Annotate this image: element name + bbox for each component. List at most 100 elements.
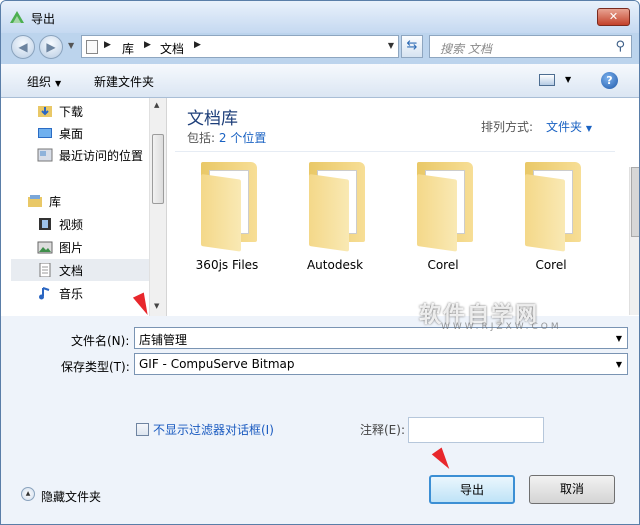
sidebar-item-label: 文档: [59, 264, 84, 278]
sidebar-item-music[interactable]: 音乐: [11, 282, 149, 304]
divider: [175, 151, 615, 152]
dropdown-icon[interactable]: ▼: [616, 360, 622, 369]
note-label: 注释(E):: [360, 423, 405, 437]
export-dialog: 导出 ✕ ◀ ▶ ▼ ▶ 库 ▶ 文档 ▶ ▼ ⇆ 搜索 文档 ⚲ 组织 ▼ 新建…: [0, 0, 640, 525]
folder-icon: [309, 162, 365, 252]
folder-icon: [417, 162, 473, 252]
folder-item[interactable]: Corel: [503, 160, 599, 320]
filetype-value: GIF - CompuServe Bitmap: [139, 357, 295, 371]
sidebar-item-libraries[interactable]: 库: [11, 190, 149, 212]
back-arrow-icon: ◀: [18, 40, 28, 54]
cancel-button[interactable]: 取消: [529, 475, 615, 504]
pictures-icon: [37, 241, 53, 254]
note-input[interactable]: [408, 417, 544, 443]
videos-icon: [39, 218, 51, 230]
filename-label: 文件名(N):: [71, 334, 130, 348]
forward-button[interactable]: ▶: [39, 35, 63, 59]
title-bar: 导出 ✕: [1, 1, 639, 33]
refresh-icon: ⇆: [406, 38, 418, 53]
view-dropdown-icon[interactable]: ▼: [565, 75, 571, 84]
filename-value: 店铺管理: [139, 333, 188, 347]
sidebar-item-label: 视频: [59, 218, 84, 232]
no-filter-dialog-label[interactable]: 不显示过滤器对话框(I): [153, 421, 274, 438]
chevron-right-icon[interactable]: ▶: [144, 40, 151, 50]
folder-item[interactable]: 360js Files: [179, 160, 275, 320]
sidebar-item-label: 音乐: [59, 287, 84, 301]
app-icon: [10, 11, 24, 23]
folder-label: 360js Files: [195, 258, 259, 272]
folder-icon: [525, 162, 581, 252]
desktop-icon: [38, 128, 52, 138]
address-bar[interactable]: ▶ 库 ▶ 文档 ▶ ▼: [81, 35, 399, 58]
downloads-folder-icon: [38, 106, 52, 117]
help-icon[interactable]: ?: [601, 72, 618, 89]
folder-item[interactable]: Autodesk: [287, 160, 383, 320]
recent-places-icon: [37, 148, 53, 162]
search-icon[interactable]: ⚲: [615, 39, 625, 54]
sidebar-item-videos[interactable]: 视频: [11, 213, 149, 235]
search-placeholder: 搜索 文档: [440, 42, 492, 56]
sidebar-item-label: 图片: [59, 241, 84, 255]
sidebar-item-pictures[interactable]: 图片: [11, 236, 149, 258]
new-folder-button[interactable]: 新建文件夹: [94, 73, 154, 90]
content-scrollbar[interactable]: [629, 167, 639, 315]
organize-label: 组织: [27, 75, 52, 89]
document-icon: [86, 40, 98, 54]
library-includes: 包括: 2 个位置: [187, 129, 266, 146]
scrollbar-thumb[interactable]: [152, 134, 164, 204]
chevron-right-icon[interactable]: ▶: [194, 40, 201, 50]
includes-prefix: 包括:: [187, 131, 216, 145]
scrollbar-thumb[interactable]: [631, 167, 639, 237]
folder-item[interactable]: Corel: [395, 160, 491, 320]
sort-label: 排列方式:: [481, 120, 534, 134]
toolbar: 组织 ▼ 新建文件夹 ▼ ?: [1, 64, 639, 98]
sidebar-item-recent-places[interactable]: 最近访问的位置: [11, 144, 149, 166]
sidebar-item-label: 下载: [59, 105, 84, 119]
back-button[interactable]: ◀: [11, 35, 35, 59]
folder-label: Corel: [535, 258, 567, 272]
history-dropdown-icon[interactable]: ▼: [68, 41, 74, 50]
sidebar-scrollbar[interactable]: ▲ ▼: [149, 98, 166, 316]
caret-down-icon: ▼: [55, 79, 62, 88]
navigation-pane: 下载 桌面 最近访问的位置 库 视频 图片 文档 音乐: [1, 98, 167, 316]
sidebar-item-label: 桌面: [59, 127, 84, 141]
scroll-down-icon[interactable]: ▼: [154, 302, 159, 310]
close-button[interactable]: ✕: [597, 8, 630, 26]
sidebar-item-documents[interactable]: 文档: [11, 259, 149, 281]
sort-value: 文件夹: [546, 120, 583, 134]
hide-folders-icon[interactable]: ▲: [21, 487, 35, 501]
save-options: 文件名(N): 店铺管理 ▼ 保存类型(T): GIF - CompuServe…: [1, 316, 639, 524]
forward-arrow-icon: ▶: [46, 40, 56, 54]
music-icon: [39, 287, 50, 300]
sidebar-item-desktop[interactable]: 桌面: [11, 122, 149, 144]
folder-label: Corel: [427, 258, 459, 272]
filetype-label: 保存类型(T):: [61, 360, 130, 374]
breadcrumb-documents[interactable]: 文档: [160, 40, 184, 57]
filetype-select[interactable]: GIF - CompuServe Bitmap ▼: [134, 353, 628, 375]
sidebar-item-downloads[interactable]: 下载: [11, 100, 149, 122]
watermark-url: WWW.RJZXW.COM: [441, 322, 562, 332]
libraries-icon: [28, 195, 42, 207]
organize-menu[interactable]: 组织 ▼: [27, 73, 61, 90]
scroll-up-icon[interactable]: ▲: [154, 101, 159, 109]
sort-dropdown[interactable]: 文件夹 ▼: [546, 118, 592, 135]
navigation-bar: ◀ ▶ ▼ ▶ 库 ▶ 文档 ▶ ▼ ⇆ 搜索 文档 ⚲: [1, 33, 639, 63]
address-dropdown-icon[interactable]: ▼: [388, 41, 394, 50]
refresh-button[interactable]: ⇆: [401, 35, 423, 58]
caret-down-icon: ▼: [585, 124, 592, 133]
export-button[interactable]: 导出: [429, 475, 515, 504]
sidebar-item-label: 库: [49, 195, 62, 209]
window-title: 导出: [31, 12, 56, 26]
chevron-right-icon[interactable]: ▶: [104, 40, 111, 50]
view-icon[interactable]: [539, 74, 555, 86]
hide-folders-button[interactable]: 隐藏文件夹: [41, 488, 101, 505]
sidebar-item-label: 最近访问的位置: [59, 149, 144, 163]
folder-label: Autodesk: [306, 258, 364, 272]
dropdown-icon[interactable]: ▼: [616, 334, 622, 343]
breadcrumb-library[interactable]: 库: [122, 40, 134, 57]
library-title: 文档库: [187, 109, 238, 129]
no-filter-dialog-checkbox[interactable]: [136, 423, 149, 436]
search-input[interactable]: 搜索 文档 ⚲: [429, 35, 632, 58]
documents-icon: [39, 263, 51, 277]
locations-link[interactable]: 2 个位置: [219, 131, 266, 145]
